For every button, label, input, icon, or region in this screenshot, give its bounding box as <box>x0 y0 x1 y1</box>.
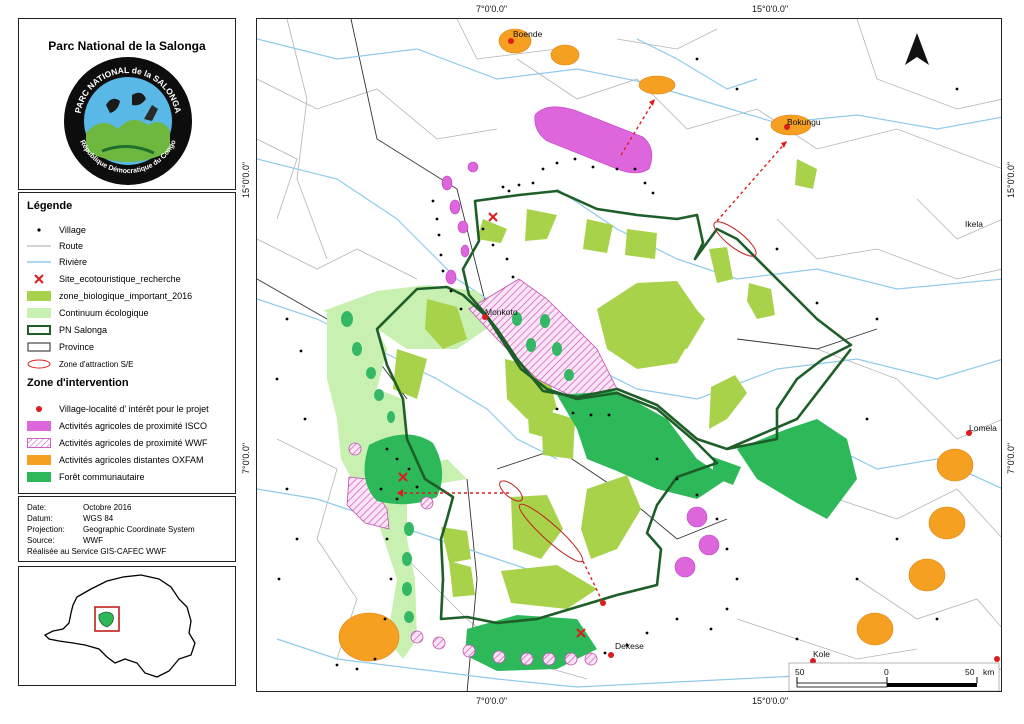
river-line-icon <box>27 257 51 267</box>
label-lomela: Lomela <box>969 423 997 433</box>
village-dot-icon <box>27 225 51 235</box>
label-boende: Boende <box>513 29 543 39</box>
drc-locator-map <box>43 574 196 678</box>
graticule-left-2: 7°0'0.0" <box>241 442 251 474</box>
map-canvas: Boende Bokungu Ikela Monkoto Lomela Deke… <box>257 19 1001 691</box>
legend-item-label: Rivière <box>59 257 88 267</box>
legend-heading: Légende <box>27 200 73 212</box>
legend-item-label: Village-localité d' intérêt pour le proj… <box>59 404 209 414</box>
legend-item-label: Forêt communautaire <box>59 472 145 482</box>
graticule-top-2: 15°0'0.0" <box>752 4 789 14</box>
map-title: Parc National de la Salonga <box>48 39 206 53</box>
lightgreen-fill-icon <box>27 308 51 318</box>
graticule-bottom-1: 7°0'0.0" <box>476 696 508 706</box>
scale-unit: km <box>983 667 994 677</box>
red-dot-icon <box>27 404 51 414</box>
legend-item-isco: Activités agricoles de proximité ISCO <box>27 419 207 433</box>
orange-fill-icon <box>27 455 51 465</box>
meta-date: Date: Octobre 2016 <box>27 503 132 512</box>
yellowgreen-fill-icon <box>27 291 51 301</box>
magenta-fill-icon <box>27 421 51 431</box>
metadata-panel: Date: Octobre 2016 Datum: WGS 84 Projectio… <box>18 496 236 562</box>
legend-item-label: Zone d'attraction S/E <box>59 359 134 369</box>
park-logo: PARC NATIONAL de la SALONGA République D… <box>64 57 192 185</box>
graticule-top-1: 7°0'0.0" <box>476 4 508 14</box>
legend-item-village: Village <box>27 223 86 237</box>
label-bokungu: Bokungu <box>787 117 821 127</box>
legend-item-label: Village <box>59 225 86 235</box>
red-ellipse-icon <box>27 359 51 369</box>
legend-item-label: Activités agricoles distantes OXFAM <box>59 455 204 465</box>
pink-hatch-icon <box>27 438 51 448</box>
legend-item-wwf: Activités agricoles de proximité WWF <box>27 436 208 450</box>
legend-item-label: Activités agricoles de proximité ISCO <box>59 421 208 431</box>
darkgreen-fill-icon <box>27 472 51 482</box>
label-monkoto: Monkoto <box>485 307 518 317</box>
legend-item-label: zone_biologique_important_2016 <box>59 291 193 301</box>
legend-item-oxfam: Activités agricoles distantes OXFAM <box>27 453 204 467</box>
legend-item-label: PN Salonga <box>59 325 108 335</box>
graticule-right-1: 15°0'0.0" <box>1006 161 1016 198</box>
red-x-icon <box>27 274 51 284</box>
graticule-bottom-2: 15°0'0.0" <box>752 696 789 706</box>
legend-item-label: Activités agricoles de proximité WWF <box>59 438 208 448</box>
scale-label-mid: 0 <box>884 667 889 677</box>
province-outline-icon <box>27 342 51 352</box>
main-map: Boende Bokungu Ikela Monkoto Lomela Deke… <box>256 18 1002 692</box>
legend-item-label: Site_ecotouristique_recherche <box>59 274 181 284</box>
meta-projection: Projection: Geographic Coordinate System <box>27 525 195 534</box>
legend-item-route: Route <box>27 239 83 253</box>
legend-panel: Légende Village Route Rivière Site_ecoto… <box>18 192 236 494</box>
graticule-right-2: 7°0'0.0" <box>1006 442 1016 474</box>
intervention-heading: Zone d'intervention <box>27 377 129 389</box>
legend-item-community-forest: Forêt communautaire <box>27 470 145 484</box>
scale-label-right: 50 <box>965 667 975 677</box>
meta-datum: Datum: WGS 84 <box>27 514 114 523</box>
road-line-icon <box>27 241 51 251</box>
title-panel: Parc National de la Salonga PARC NATIONA… <box>18 18 236 190</box>
label-kole: Kole <box>813 649 830 659</box>
legend-item-bio-zone: zone_biologique_important_2016 <box>27 289 192 303</box>
scale-bar: 50 0 50 km <box>788 662 1000 691</box>
legend-item-attraction-zone: Zone d'attraction S/E <box>27 357 133 371</box>
label-ikela: Ikela <box>965 219 983 229</box>
legend-item-label: Route <box>59 241 84 251</box>
locator-map-panel <box>18 566 236 686</box>
legend-item-label: Province <box>59 342 95 352</box>
meta-source: Source: WWF <box>27 536 103 545</box>
legend-item-river: Rivière <box>27 255 87 269</box>
scale-label-left: 50 <box>795 667 805 677</box>
legend-item-continuum: Continuum écologique <box>27 306 149 320</box>
legend-item-park: PN Salonga <box>27 323 107 337</box>
label-dekese: Dekese <box>615 641 644 651</box>
legend-item-village-interest: Village-localité d' intérêt pour le proj… <box>27 402 209 416</box>
meta-credit: Réalisée au Service GIS-CAFEC WWF <box>27 547 167 556</box>
legend-item-label: Continuum écologique <box>59 308 149 318</box>
legend-item-ecotourism-site: Site_ecotouristique_recherche <box>27 272 181 286</box>
legend-item-province: Province <box>27 340 94 354</box>
park-outline-icon <box>27 325 51 335</box>
graticule-left-1: 15°0'0.0" <box>241 161 251 198</box>
